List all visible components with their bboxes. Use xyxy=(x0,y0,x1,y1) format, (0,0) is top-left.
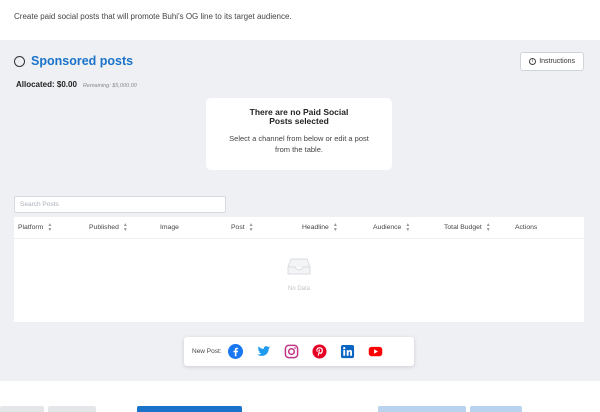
allocated-amount: Allocated: $0.00 xyxy=(16,80,77,89)
column-total-budget[interactable]: Total Budget ▲ ▼ xyxy=(440,222,511,233)
facebook-icon[interactable] xyxy=(228,344,244,360)
info-icon: i xyxy=(529,58,537,65)
table-empty-state: No Data xyxy=(14,257,584,292)
sort-icon[interactable]: ▲ ▼ xyxy=(333,222,338,233)
twitter-icon[interactable] xyxy=(256,344,272,360)
column-post[interactable]: Post ▲ ▼ xyxy=(227,222,298,233)
bottom-button-1[interactable] xyxy=(0,406,44,412)
sort-icon[interactable]: ▲ ▼ xyxy=(47,222,52,233)
sort-icon[interactable]: ▲ ▼ xyxy=(405,222,410,233)
table-header: Platform ▲ ▼ Published ▲ ▼ Image Post ▲ ▼ Head… xyxy=(14,217,584,239)
sort-icon[interactable]: ▲ ▼ xyxy=(123,222,128,233)
bottom-toolbar-strip xyxy=(0,404,600,412)
empty-card-title: There are no Paid Social Posts selected xyxy=(249,107,349,126)
posts-table: Platform ▲ ▼ Published ▲ ▼ Image Post ▲ ▼ Head… xyxy=(14,217,584,322)
sort-icon[interactable]: ▲ ▼ xyxy=(249,222,254,233)
page-description: Create paid social posts that will promo… xyxy=(14,12,292,21)
bottom-button-4[interactable] xyxy=(470,406,522,412)
panel-title: Sponsored posts xyxy=(31,54,134,68)
column-published[interactable]: Published ▲ ▼ xyxy=(85,222,156,233)
bottom-button-2[interactable] xyxy=(48,406,96,412)
empty-selection-card: There are no Paid Social Posts selected … xyxy=(206,98,392,170)
column-image: Image xyxy=(160,224,179,231)
status-circle-icon[interactable] xyxy=(14,55,25,67)
sort-icon[interactable]: ▲ ▼ xyxy=(486,222,491,233)
column-platform[interactable]: Platform ▲ ▼ xyxy=(14,222,85,233)
budget-summary: Allocated: $0.00 Remaining: $5,000.00 xyxy=(16,80,137,89)
new-post-label: New Post: xyxy=(192,348,222,355)
sponsored-posts-panel: Sponsored posts i Instructions Allocated… xyxy=(0,40,600,381)
youtube-icon[interactable] xyxy=(368,344,384,360)
instructions-label: Instructions xyxy=(539,58,575,65)
instructions-button[interactable]: i Instructions xyxy=(520,52,584,71)
panel-header: Sponsored posts xyxy=(14,54,133,68)
column-actions: Actions xyxy=(515,224,538,231)
remaining-amount: Remaining: $5,000.00 xyxy=(82,83,137,89)
instagram-icon[interactable] xyxy=(284,344,300,360)
linkedin-icon[interactable] xyxy=(340,344,356,360)
bottom-primary-button[interactable] xyxy=(137,406,242,412)
column-audience[interactable]: Audience ▲ ▼ xyxy=(369,222,440,233)
bottom-button-3[interactable] xyxy=(378,406,466,412)
column-headline[interactable]: Headline ▲ ▼ xyxy=(298,222,369,233)
empty-inbox-icon xyxy=(287,258,311,275)
pinterest-icon[interactable] xyxy=(312,344,328,360)
empty-card-subtitle: Select a channel from below or edit a po… xyxy=(229,134,369,154)
search-posts-input[interactable] xyxy=(14,196,226,213)
no-data-text: No Data xyxy=(287,286,310,292)
new-post-bar: New Post: xyxy=(184,337,414,366)
